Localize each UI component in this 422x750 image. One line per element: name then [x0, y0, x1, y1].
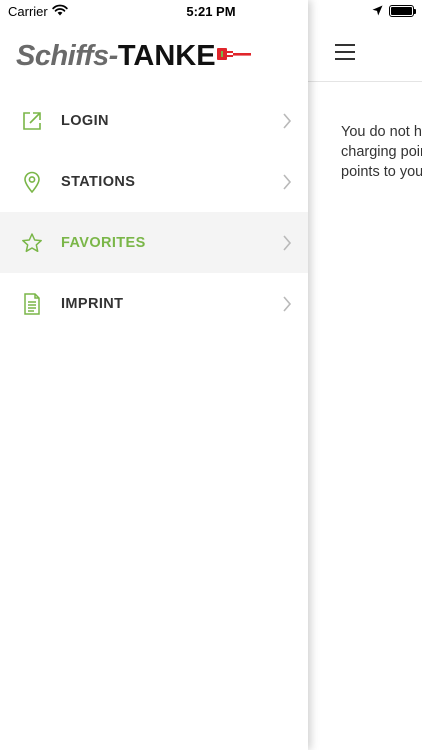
menu-label-login: LOGIN	[61, 112, 109, 129]
main-content: You do not have any favorite charging po…	[308, 0, 422, 750]
main-header	[308, 22, 422, 82]
status-left: Carrier	[8, 4, 68, 19]
drawer-menu: LOGIN STATIONS FAVORITES IMPRINT	[0, 90, 308, 334]
battery-level	[391, 7, 412, 15]
menu-label-imprint: IMPRINT	[61, 295, 124, 312]
document-icon	[20, 292, 44, 316]
chevron-right-icon	[282, 295, 292, 312]
chevron-right-icon	[282, 234, 292, 251]
app-screen: Carrier 5:21 PM You do not h charging po…	[0, 0, 422, 750]
status-right	[372, 4, 416, 19]
external-link-icon	[20, 109, 44, 133]
menu-item-favorites[interactable]: FAVORITES	[0, 212, 308, 273]
menu-item-login[interactable]: LOGIN	[0, 90, 308, 151]
star-icon	[20, 231, 44, 255]
chevron-right-icon	[282, 173, 292, 190]
wifi-icon	[52, 4, 68, 19]
menu-item-stations[interactable]: STATIONS	[0, 151, 308, 212]
brand-logo: Schiffs- TANKE	[16, 38, 251, 74]
menu-label-favorites: FAVORITES	[61, 234, 146, 251]
status-bar: Carrier 5:21 PM	[0, 0, 422, 22]
navigation-drawer: Schiffs- TANKE LOGIN STATIONS FAVORITES …	[0, 0, 308, 750]
empty-favorites-message: You do not have any favorite charging po…	[341, 124, 422, 180]
menu-label-stations: STATIONS	[61, 173, 136, 190]
location-arrow-icon	[372, 4, 383, 19]
chevron-right-icon	[282, 112, 292, 129]
battery-icon	[389, 5, 416, 17]
menu-item-imprint[interactable]: IMPRINT	[0, 273, 308, 334]
carrier-label: Carrier	[8, 3, 48, 19]
map-pin-icon	[20, 170, 44, 194]
logo-text-schiffs: Schiffs-	[16, 39, 118, 72]
plug-icon	[216, 43, 251, 70]
hamburger-menu-icon[interactable]	[335, 44, 355, 60]
logo-text-tanke: TANKE	[117, 39, 216, 72]
